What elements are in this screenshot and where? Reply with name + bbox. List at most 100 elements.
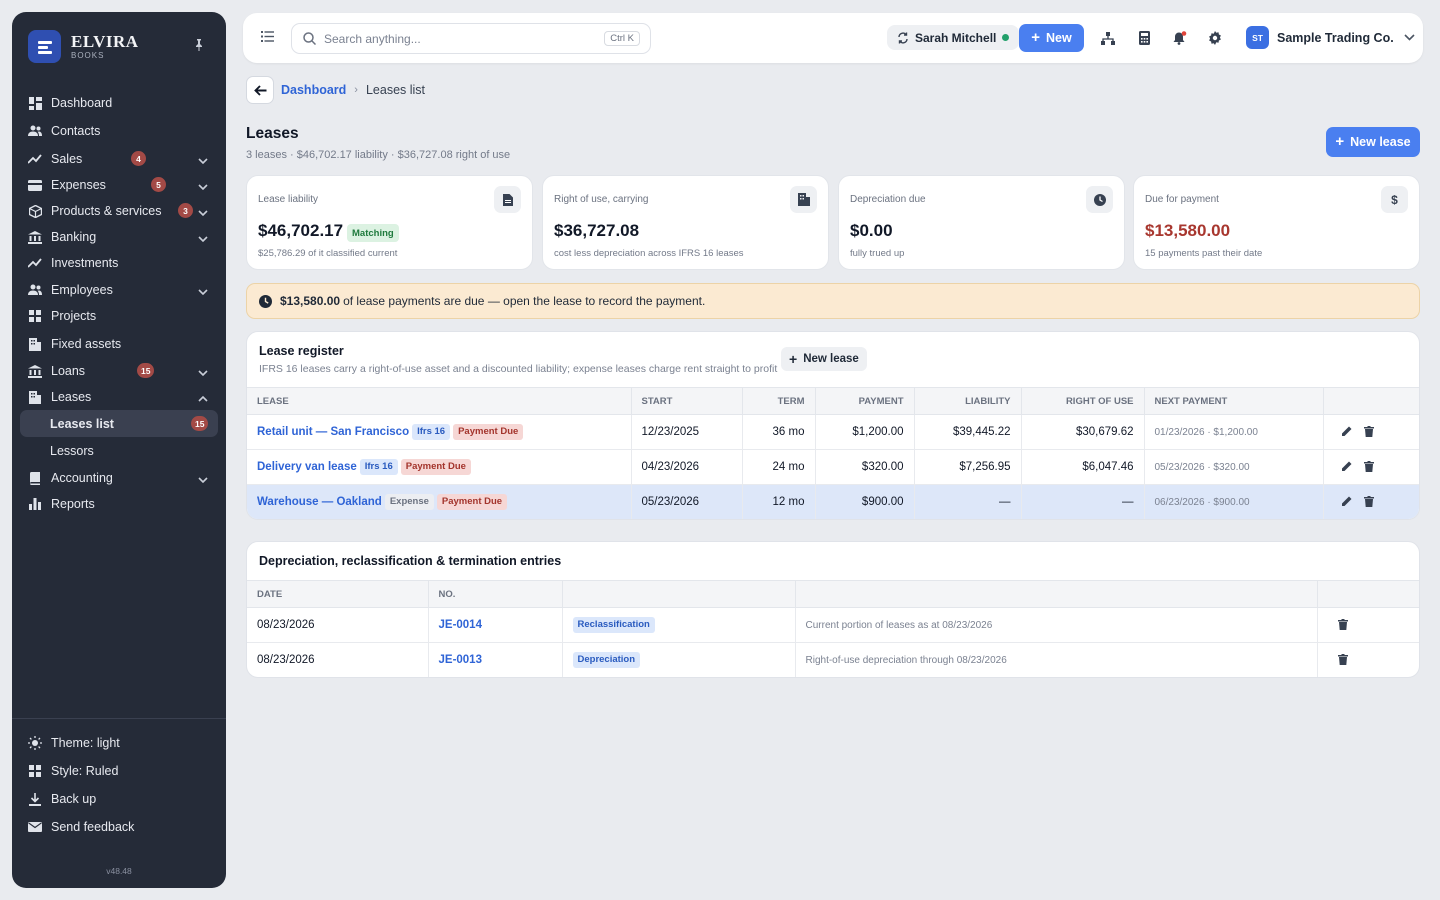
sidebar-item-employees[interactable]: Employees [20, 277, 218, 303]
sidebar-item-label: Expenses [51, 178, 106, 192]
new-lease-button[interactable]: + New lease [1326, 127, 1420, 157]
kpi-value: $36,727.08 [554, 221, 640, 240]
kpi-footnote: fully trued up [850, 248, 905, 259]
start-date: 04/23/2026 [631, 449, 743, 485]
sidebar-item-label: Reports [51, 497, 95, 511]
search-icon [303, 32, 316, 45]
table-row[interactable]: 08/23/2026 JE-0014 Reclassification Curr… [247, 607, 1419, 643]
column-header[interactable]: Lease [247, 387, 632, 415]
sidebar-item-loans[interactable]: Loans 15 [20, 358, 218, 384]
pin-icon[interactable] [194, 39, 204, 54]
next-payment: 05/23/2026 · $320.00 [1144, 449, 1324, 485]
chevron-down-icon [198, 365, 208, 379]
delete-trash-icon[interactable] [1362, 495, 1376, 509]
delete-trash-icon[interactable] [1362, 424, 1376, 438]
arrow-left-icon [253, 84, 267, 96]
column-header[interactable]: Next payment [1144, 387, 1324, 415]
chevron-down-icon [198, 472, 208, 486]
column-header[interactable]: Date [247, 580, 429, 608]
journal-entry-link[interactable]: JE-0013 [439, 654, 482, 666]
table-row[interactable]: 08/23/2026 JE-0013 Depreciation Right-of… [247, 642, 1419, 677]
hierarchy-icon[interactable] [1100, 30, 1116, 46]
sidebar-item-fixed-assets[interactable]: Fixed assets [20, 331, 218, 357]
lease-link[interactable]: Retail unit — San Francisco [257, 426, 409, 438]
status-badge: Payment Due [453, 424, 524, 440]
grid-icon [28, 309, 42, 323]
backup-label: Back up [51, 792, 97, 806]
edit-pencil-icon[interactable] [1340, 459, 1354, 473]
theme-toggle[interactable]: Theme: light [20, 729, 218, 757]
actions-column-header [1317, 580, 1419, 608]
sidebar-item-products[interactable]: Products & services 3 [20, 198, 218, 224]
trend-icon [28, 256, 42, 270]
notifications-icon[interactable] [1172, 30, 1188, 46]
plus-icon: + [1335, 133, 1345, 150]
table-row[interactable]: Retail unit — San Francisco Ifrs 16 Paymen… [247, 414, 1419, 450]
bar-chart-icon [28, 497, 42, 511]
back-button[interactable] [246, 76, 274, 104]
leases-list-count-badge: 15 [191, 416, 209, 431]
journal-entry-link[interactable]: JE-0014 [439, 619, 482, 631]
user-switcher[interactable]: Sarah Mitchell [887, 25, 1020, 50]
delete-trash-icon[interactable] [1362, 459, 1376, 473]
mail-icon [28, 820, 42, 834]
sidebar-item-sales[interactable]: Sales 4 [20, 146, 218, 172]
delete-trash-icon[interactable] [1336, 653, 1350, 667]
sidebar-item-banking[interactable]: Banking [20, 224, 218, 250]
column-header[interactable]: Payment [815, 387, 915, 415]
backup-button[interactable]: Back up [20, 785, 218, 813]
term: 36 mo [742, 414, 816, 450]
sidebar-item-reports[interactable]: Reports [20, 491, 218, 517]
edit-pencil-icon[interactable] [1340, 495, 1354, 509]
kpi-value: $46,702.17 [258, 221, 344, 240]
status-badge: Payment Due [400, 459, 471, 475]
lease-register-table: Lease Start Term Payment Liability Right… [247, 387, 1419, 519]
column-header[interactable]: Term [742, 387, 816, 415]
new-button-label: New [1046, 31, 1072, 45]
sidebar-item-leases-list[interactable]: Leases list 15 [20, 410, 218, 437]
switch-icon [897, 31, 909, 44]
lease-link[interactable]: Delivery van lease [257, 461, 357, 473]
bank-icon [28, 364, 42, 378]
sidebar-item-leases[interactable]: Leases [20, 384, 218, 410]
lease-link[interactable]: Warehouse — Oakland [257, 496, 382, 508]
new-button[interactable]: + New [1019, 24, 1084, 52]
box-icon [28, 204, 42, 218]
breadcrumb-link-dashboard[interactable]: Dashboard [281, 83, 346, 97]
column-header[interactable]: Liability [914, 387, 1022, 415]
sidebar-item-projects[interactable]: Projects [20, 303, 218, 329]
search-input[interactable]: Search anything... Ctrl K [291, 23, 651, 54]
sidebar-item-label: Contacts [51, 124, 101, 138]
sidebar-item-contacts[interactable]: Contacts [20, 118, 218, 144]
payments-due-alert: $13,580.00 of lease payments are due — o… [246, 283, 1420, 319]
column-header[interactable]: No. [428, 580, 563, 608]
plus-icon: + [789, 350, 798, 367]
brand[interactable]: ELVIRA BOOKS [28, 30, 139, 63]
edit-pencil-icon[interactable] [1340, 424, 1354, 438]
register-new-lease-button[interactable]: + New lease [781, 347, 867, 371]
calculator-icon[interactable] [1136, 30, 1152, 46]
sidebar-item-lessors[interactable]: Lessors [20, 438, 218, 464]
payment: $900.00 [815, 484, 915, 519]
sidebar-item-investments[interactable]: Investments [20, 250, 218, 276]
style-toggle[interactable]: Style: Ruled [20, 757, 218, 785]
table-row[interactable]: Warehouse — Oakland Expense Payment Due 05… [247, 484, 1419, 519]
right-of-use: $30,679.62 [1021, 414, 1145, 450]
settings-gear-icon[interactable] [1207, 30, 1223, 46]
org-avatar: ST [1246, 26, 1269, 49]
right-of-use: — [1021, 484, 1145, 519]
sidebar-item-label: Products & services [51, 204, 162, 218]
feedback-button[interactable]: Send feedback [20, 813, 218, 841]
liability: $7,256.95 [914, 449, 1022, 485]
sidebar-item-dashboard[interactable]: Dashboard [20, 90, 218, 116]
panel-title: Lease register [259, 344, 344, 358]
list-menu-icon[interactable] [261, 31, 274, 45]
sidebar-item-accounting[interactable]: Accounting [20, 465, 218, 491]
entry-date: 08/23/2026 [247, 642, 429, 677]
delete-trash-icon[interactable] [1336, 617, 1350, 631]
table-row[interactable]: Delivery van lease Ifrs 16 Payment Due 04/… [247, 449, 1419, 485]
sidebar-item-expenses[interactable]: Expenses 5 [20, 172, 218, 198]
column-header[interactable]: Right of use [1021, 387, 1145, 415]
organization-switcher[interactable]: ST Sample Trading Co. [1246, 26, 1415, 49]
column-header[interactable]: Start [631, 387, 743, 415]
